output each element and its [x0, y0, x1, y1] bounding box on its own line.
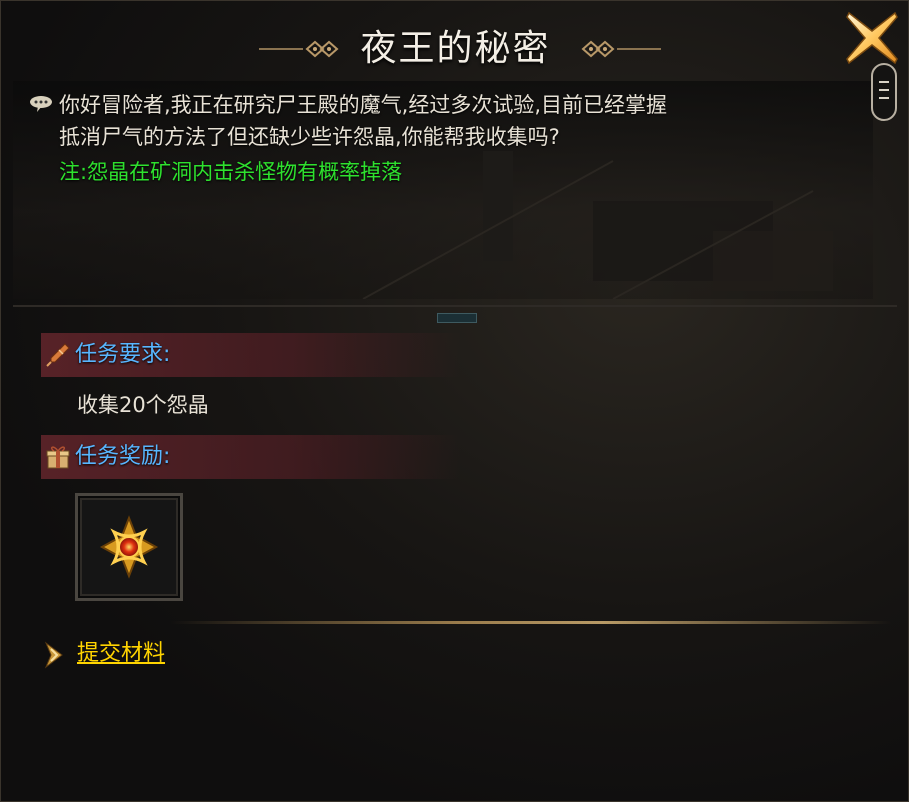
dialog-scrollbar-thumb[interactable]	[871, 63, 897, 121]
scroll-grip-line	[879, 89, 889, 91]
submit-materials-link[interactable]: 提交材料	[77, 638, 165, 670]
title-ornament-right	[581, 40, 661, 58]
scroll-grip-line	[879, 97, 889, 99]
gift-box-icon	[46, 446, 70, 469]
golden-amulet-icon	[99, 515, 159, 579]
section-divider	[171, 621, 891, 624]
dialog-divider	[13, 305, 897, 307]
rewards-header: 任务奖励:	[41, 435, 461, 479]
speech-bubble-icon	[30, 96, 52, 112]
rewards-label: 任务奖励:	[75, 444, 171, 469]
scroll-grip-line	[879, 81, 889, 83]
requirements-label: 任务要求:	[75, 342, 171, 367]
quest-window: 夜王的秘密 你好冒险者,我正在研究尸王殿的魔气,经过多次试验,目前已经掌握 抵消…	[0, 0, 909, 802]
dialog-text-line: 抵消尸气的方法了但还缺少些许怨晶,你能帮我收集吗?	[59, 125, 560, 149]
divider-handle	[437, 313, 477, 323]
quill-icon	[46, 343, 70, 367]
requirement-text: 收集20个怨晶	[77, 393, 209, 417]
reward-item-slot[interactable]	[75, 493, 183, 601]
title-bar: 夜王的秘密	[1, 1, 909, 87]
dialog-note: 注:怨晶在矿洞内击杀怪物有概率掉落	[59, 160, 403, 184]
window-title: 夜王的秘密	[360, 28, 551, 69]
close-icon[interactable]	[843, 9, 901, 67]
requirements-header: 任务要求:	[41, 333, 461, 377]
dialog-text-line: 你好冒险者,我正在研究尸王殿的魔气,经过多次试验,目前已经掌握	[59, 93, 668, 117]
arrow-right-icon	[44, 641, 63, 669]
